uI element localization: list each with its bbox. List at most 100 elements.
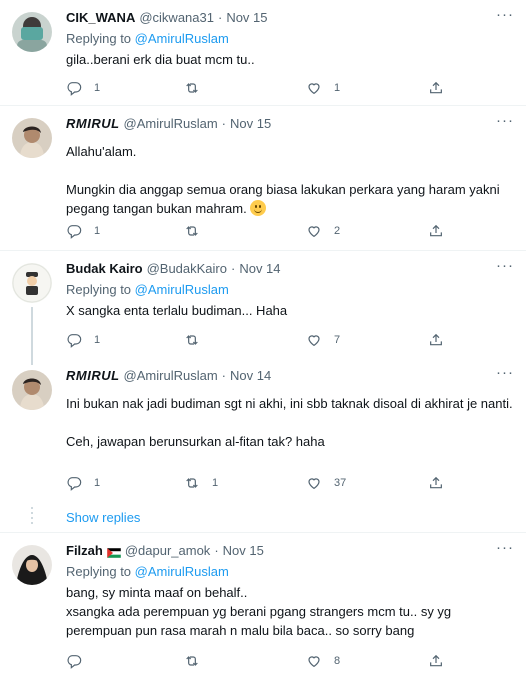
user-handle[interactable]: @cikwana31 <box>139 10 214 26</box>
retweet-icon <box>186 226 198 236</box>
replying-to: Replying to @AmirulRuslam <box>66 31 514 47</box>
share-icon <box>430 654 442 667</box>
like-button[interactable]: 1 <box>306 79 340 97</box>
more-icon[interactable]: ··· <box>496 365 514 380</box>
share-icon <box>430 476 442 489</box>
like-button[interactable]: 8 <box>306 652 340 670</box>
mention-link[interactable]: @AmirulRuslam <box>135 31 229 46</box>
user-handle[interactable]: @AmirulRuslam <box>124 368 218 384</box>
display-name[interactable]: Budak Kairo <box>66 261 143 277</box>
separator-dot: · <box>221 116 226 131</box>
retweet-button[interactable] <box>184 222 212 240</box>
replying-to: Replying to @AmirulRuslam <box>66 564 514 580</box>
show-replies-row[interactable]: Show replies <box>0 503 526 533</box>
separator-dot: · <box>217 10 223 25</box>
like-icon <box>308 335 320 347</box>
avatar[interactable] <box>12 545 52 585</box>
reply-button[interactable]: 1 <box>66 222 100 240</box>
avatar[interactable] <box>12 12 52 52</box>
thread-line <box>31 307 33 365</box>
retweet-button[interactable]: 1 <box>184 474 218 492</box>
palestine-flag-emoji <box>106 546 122 559</box>
more-icon[interactable]: ··· <box>496 7 514 22</box>
reply-count: 1 <box>94 82 101 94</box>
tweet-amirul-1[interactable]: RMIRUL @AmirulRuslam · Nov 15 ··· Allahu… <box>0 106 526 251</box>
tweet-actions: 1 1 37 <box>66 474 446 492</box>
reply-button[interactable]: 1 <box>66 79 100 97</box>
avatar[interactable] <box>12 118 52 158</box>
replying-to-label: Replying to <box>66 564 132 579</box>
reply-icon <box>67 225 82 239</box>
tweet-date[interactable]: Nov 15 <box>226 10 267 26</box>
like-count: 8 <box>334 655 341 667</box>
reply-button[interactable] <box>66 652 94 670</box>
like-button[interactable]: 37 <box>306 474 346 492</box>
like-count: 37 <box>334 477 347 489</box>
avatar[interactable] <box>12 370 52 410</box>
display-name[interactable]: RMIRUL <box>66 368 120 384</box>
share-button[interactable] <box>428 474 444 492</box>
like-count: 1 <box>334 82 341 94</box>
retweet-icon <box>186 83 198 93</box>
tweet-text: bang, sy minta maaf on behalf.. xsangka … <box>66 585 452 638</box>
tweet-text: Allahu'alam. Mungkin dia anggap semua or… <box>66 144 500 216</box>
reply-icon <box>67 334 82 348</box>
retweet-button[interactable] <box>184 331 212 349</box>
reply-count: 1 <box>94 334 101 346</box>
separator-dot: · <box>230 261 236 276</box>
tweet-date[interactable]: Nov 15 <box>230 116 271 132</box>
share-icon <box>430 224 442 237</box>
user-handle[interactable]: @dapur_amok <box>125 543 210 559</box>
slightly-smiling-face-emoji <box>250 200 267 216</box>
user-handle[interactable]: @AmirulRuslam <box>124 116 218 132</box>
display-name[interactable]: RMIRUL <box>66 116 120 132</box>
share-button[interactable] <box>428 222 444 240</box>
like-count: 7 <box>334 334 341 346</box>
tweet-date[interactable]: Nov 14 <box>230 368 271 384</box>
retweet-button[interactable] <box>184 79 212 97</box>
tweet-text: X sangka enta terlalu budiman... Haha <box>66 303 288 318</box>
share-button[interactable] <box>428 652 444 670</box>
separator-dot: · <box>221 368 226 383</box>
reply-icon <box>67 82 82 96</box>
reply-count: 1 <box>94 477 101 489</box>
avatar[interactable] <box>12 263 52 303</box>
share-button[interactable] <box>428 331 444 349</box>
tweet-actions: 1 2 <box>66 222 446 240</box>
reply-button[interactable]: 1 <box>66 331 100 349</box>
reply-count: 1 <box>94 225 101 237</box>
reply-icon <box>67 655 82 669</box>
mention-link[interactable]: @AmirulRuslam <box>135 282 229 297</box>
like-icon <box>308 83 320 95</box>
more-icon[interactable]: ··· <box>496 540 514 555</box>
more-icon[interactable]: ··· <box>496 113 514 128</box>
tweet-budakkairo[interactable]: Budak Kairo @BudakKairo · Nov 14 ··· Rep… <box>0 251 526 365</box>
share-button[interactable] <box>428 79 444 97</box>
mention-link[interactable]: @AmirulRuslam <box>135 564 229 579</box>
like-icon <box>308 226 320 238</box>
retweet-count: 1 <box>212 477 219 489</box>
like-button[interactable]: 2 <box>306 222 340 240</box>
show-replies-link[interactable]: Show replies <box>66 510 140 525</box>
user-handle[interactable]: @BudakKairo <box>147 261 227 277</box>
tweet-text: Ini bukan nak jadi budiman sgt ni akhi, … <box>66 396 513 449</box>
tweet-date[interactable]: Nov 14 <box>239 261 280 277</box>
tweet-filzah[interactable]: Filzah @dapur_amok · Nov 15 ··· Replying… <box>0 533 526 678</box>
share-icon <box>430 333 442 346</box>
share-icon <box>430 81 442 94</box>
tweet-date[interactable]: Nov 15 <box>223 543 264 559</box>
replying-to: Replying to @AmirulRuslam <box>66 282 514 298</box>
reply-button[interactable]: 1 <box>66 474 100 492</box>
more-icon[interactable]: ··· <box>496 258 514 273</box>
tweet-amirul-2[interactable]: RMIRUL @AmirulRuslam · Nov 14 ··· Ini bu… <box>0 358 526 503</box>
like-button[interactable]: 7 <box>306 331 340 349</box>
tweet-cikwana[interactable]: CIK_WANA @cikwana31 · Nov 15 ··· Replyin… <box>0 0 526 106</box>
like-count: 2 <box>334 225 341 237</box>
tweet-text: gila..berani erk dia buat mcm tu.. <box>66 52 255 67</box>
display-name[interactable]: Filzah <box>66 543 103 559</box>
tweet-actions: 8 <box>66 652 446 670</box>
display-name[interactable]: CIK_WANA <box>66 10 135 26</box>
retweet-button[interactable] <box>184 652 212 670</box>
like-icon <box>308 478 320 490</box>
tweet-actions: 1 1 <box>66 79 446 97</box>
